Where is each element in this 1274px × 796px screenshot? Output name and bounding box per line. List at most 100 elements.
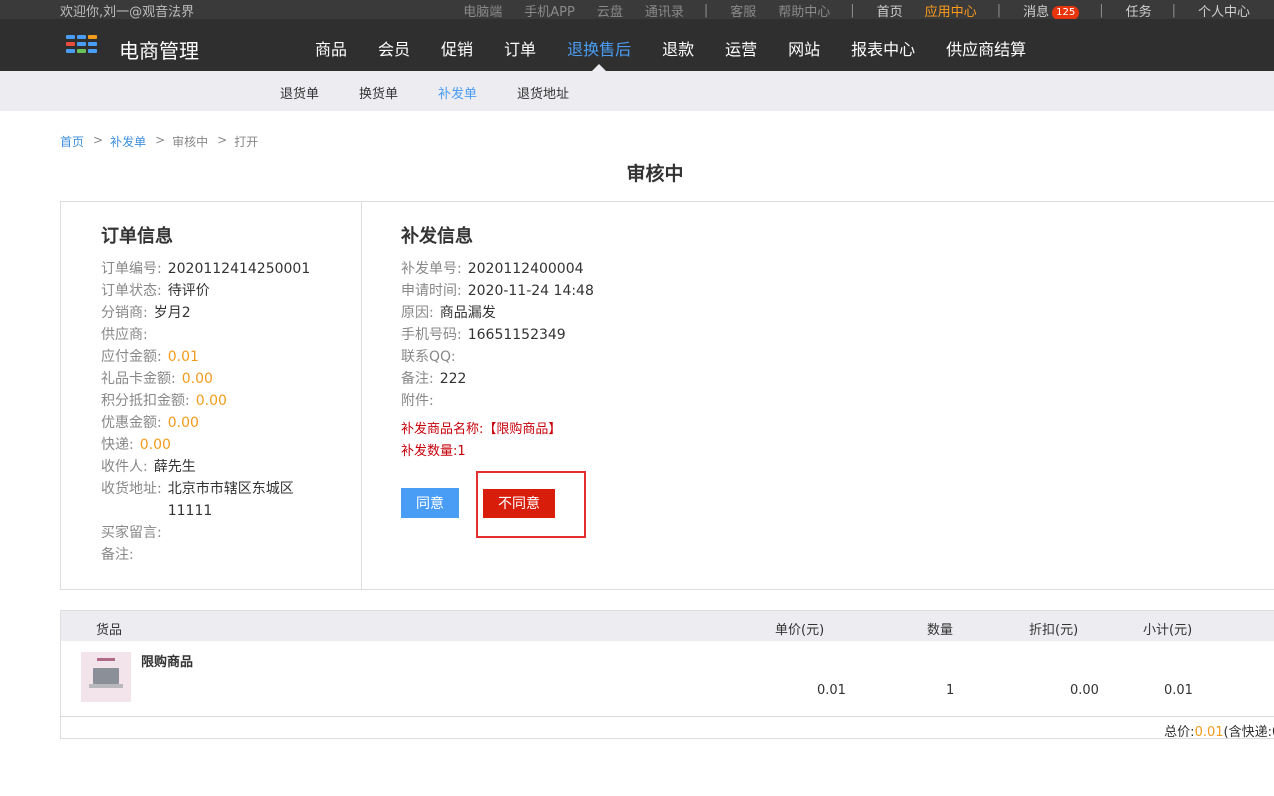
reissue-info-section: 补发信息 补发单号: 2020112400004 申请时间: 2020-11-24 … (401, 226, 801, 463)
nav-orders[interactable]: 订单 (494, 19, 546, 71)
active-caret-icon (592, 64, 607, 71)
top-link-mobile-app[interactable]: 手机APP (524, 1, 575, 20)
order-info-section: 订单信息 订单编号: 2020112414250001 订单状态: 待评价 分销商:… (101, 226, 341, 566)
reissue-no-row: 补发单号: 2020112400004 (401, 258, 801, 280)
address-value: 北京市市辖区东城区11111 (167, 481, 294, 519)
breadcrumb: 首页 > 补发单 > 审核中 > 打开 (60, 133, 258, 150)
top-link-desktop[interactable]: 电脑端 (463, 1, 502, 20)
col-price-header: 单价(元) (775, 623, 825, 638)
giftcard-row: 礼品卡金额: 0.00 (101, 368, 341, 390)
nav-reports[interactable]: 报表中心 (841, 19, 925, 71)
main-nav: 电商管理 商品 会员 促销 订单 退换售后 退款 运营 网站 报表中心 供应商结… (0, 19, 1274, 71)
col-qty-header: 数量 (927, 623, 954, 638)
order-no-value: 2020112414250001 (167, 261, 311, 277)
discount-row: 优惠金额: 0.00 (101, 412, 341, 434)
apply-time-label: 申请时间: (401, 283, 462, 299)
nav-goods[interactable]: 商品 (305, 19, 357, 71)
messages-badge: 125 (1052, 6, 1080, 20)
order-no-row: 订单编号: 2020112414250001 (101, 258, 341, 280)
supplier-row: 供应商: (101, 324, 341, 346)
address-label: 收货地址: (101, 481, 162, 497)
buyer-message-row: 买家留言: (101, 522, 341, 544)
reason-label: 原因: (401, 305, 434, 321)
order-status-row: 订单状态: 待评价 (101, 280, 341, 302)
top-link-cloud[interactable]: 云盘 (597, 1, 623, 20)
top-link-tasks[interactable]: 任务 (1126, 1, 1152, 20)
attachment-label: 附件: (401, 393, 434, 409)
top-link-messages[interactable]: 消息 125 (1023, 1, 1080, 20)
nav-after-sales[interactable]: 退换售后 (557, 19, 641, 71)
disagree-button[interactable]: 不同意 (483, 489, 555, 518)
goods-table-header: 货品 单价(元) 数量 折扣(元) 小计(元) (61, 611, 1274, 641)
nav-website[interactable]: 网站 (778, 19, 830, 71)
total-suffix: (含快递:0.00) (1223, 725, 1274, 740)
top-link-app-center[interactable]: 应用中心 (925, 1, 977, 20)
subnav-return-address[interactable]: 退货地址 (517, 83, 569, 102)
product-name[interactable]: 限购商品 (141, 651, 193, 670)
points-label: 积分抵扣金额: (101, 393, 190, 409)
nav-promotions[interactable]: 促销 (431, 19, 483, 71)
reissue-goods-name: 补发商品名称:【限购商品】 (401, 422, 562, 437)
breadcrumb-reissue[interactable]: 补发单 (110, 133, 146, 150)
order-no-label: 订单编号: (101, 261, 162, 277)
order-status-label: 订单状态: (101, 283, 162, 299)
phone-value: 16651152349 (467, 327, 566, 343)
top-link-home[interactable]: 首页 (877, 1, 903, 20)
nav-supplier-settlement[interactable]: 供应商结算 (936, 19, 1036, 71)
nav-members[interactable]: 会员 (368, 19, 420, 71)
reissue-remark-value: 222 (439, 371, 467, 387)
col-discount-header: 折扣(元) (1029, 623, 1079, 638)
breadcrumb-separator: > (155, 133, 166, 147)
attachment-row: 附件: (401, 390, 801, 412)
product-discount: 0.00 (1070, 683, 1099, 698)
col-subtotal-header: 小计(元) (1143, 623, 1193, 638)
discount-label: 优惠金额: (101, 415, 162, 431)
order-remark-row: 备注: (101, 544, 341, 566)
goods-table: 货品 单价(元) 数量 折扣(元) 小计(元) 限购商品 0.01 1 0.00… (60, 610, 1274, 740)
top-link-help[interactable]: 帮助中心 (778, 1, 830, 20)
breadcrumb-separator: > (93, 133, 104, 147)
subnav-return-orders[interactable]: 退货单 (280, 83, 319, 102)
order-total: 总价:0.01(含快递:0.00) (1164, 721, 1274, 740)
total-amount: 0.01 (1194, 725, 1224, 740)
reissue-no-label: 补发单号: (401, 261, 462, 277)
agree-button[interactable]: 同意 (401, 488, 459, 518)
reason-value: 商品漏发 (439, 305, 496, 321)
total-label: 总价: (1164, 725, 1195, 740)
subnav-reissue-orders[interactable]: 补发单 (438, 83, 477, 102)
reissue-no-value: 2020112400004 (467, 261, 584, 277)
top-link-contacts[interactable]: 通讯录 (645, 1, 684, 20)
top-link-personal-center[interactable]: 个人中心 (1198, 1, 1250, 20)
nav-refunds[interactable]: 退款 (652, 19, 704, 71)
product-qty: 1 (946, 683, 955, 698)
messages-label: 消息 (1023, 5, 1050, 20)
order-status-value: 待评价 (167, 283, 210, 299)
discount-value: 0.00 (167, 415, 199, 431)
breadcrumb-home[interactable]: 首页 (60, 133, 84, 150)
points-row: 积分抵扣金额: 0.00 (101, 390, 341, 412)
separator: | (1171, 3, 1176, 18)
page-title: 审核中 (626, 163, 684, 185)
product-price: 0.01 (817, 683, 846, 698)
subnav-exchange-orders[interactable]: 换货单 (359, 83, 398, 102)
separator: | (850, 3, 855, 18)
giftcard-value: 0.00 (181, 371, 213, 387)
top-links: 电脑端 手机APP 云盘 通讯录 | 客服 帮助中心 | 首页 应用中心 | 消… (441, 1, 1250, 20)
phone-label: 手机号码: (401, 327, 462, 343)
express-row: 快递: 0.00 (101, 434, 341, 456)
express-value: 0.00 (139, 437, 171, 453)
qq-row: 联系QQ: (401, 346, 801, 368)
order-remark-label: 备注: (101, 547, 134, 563)
top-link-service[interactable]: 客服 (730, 1, 756, 20)
buyer-message-label: 买家留言: (101, 525, 162, 541)
breadcrumb-status: 审核中 (172, 135, 209, 149)
info-panel: 订单信息 订单编号: 2020112414250001 订单状态: 待评价 分销商:… (60, 201, 1274, 590)
product-thumbnail[interactable] (81, 652, 131, 702)
reissue-quantity: 补发数量:1 (401, 444, 466, 459)
receiver-label: 收件人: (101, 459, 148, 475)
apply-time-row: 申请时间: 2020-11-24 14:48 (401, 280, 801, 302)
nav-operations[interactable]: 运营 (715, 19, 767, 71)
app-logo-text[interactable]: 电商管理 (119, 35, 199, 64)
main-nav-items: 商品 会员 促销 订单 退换售后 退款 运营 网站 报表中心 供应商结算 (305, 19, 1047, 71)
breadcrumb-current: 打开 (234, 135, 259, 149)
